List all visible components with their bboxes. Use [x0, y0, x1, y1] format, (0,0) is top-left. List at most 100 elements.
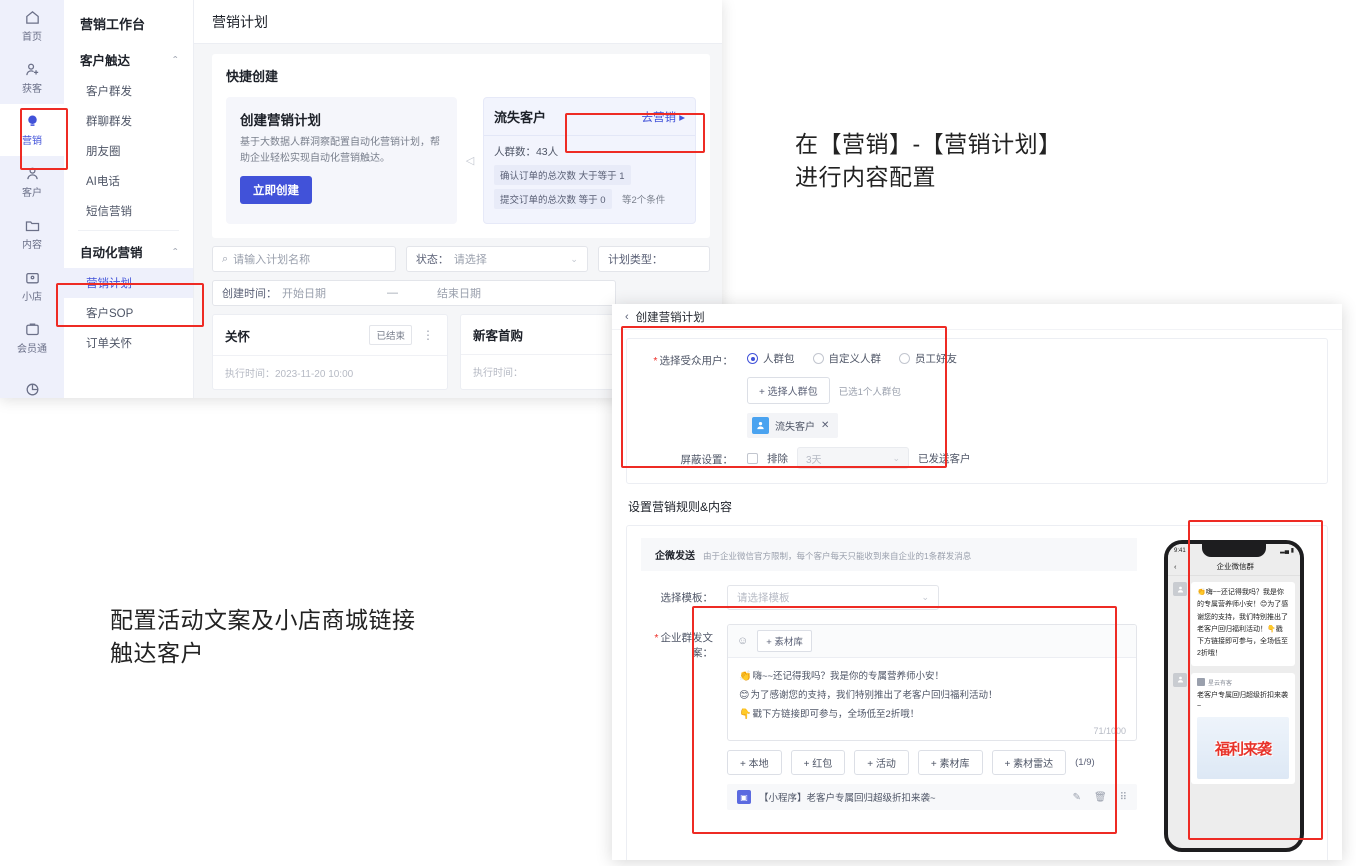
crowd-count: 人群数：43人 [493, 146, 559, 158]
promo-image-text: 福利来袭 [1214, 740, 1272, 758]
radio-crowd-pack[interactable]: 人群包 [747, 351, 795, 366]
phone-chat-title: 企业微信群 [1216, 561, 1255, 571]
exclude-checkbox[interactable] [747, 452, 758, 464]
add-local-button[interactable]: + 本地 [727, 750, 782, 775]
rail-item-membership[interactable]: 会员通 [0, 312, 64, 364]
delete-icon[interactable]: 🗑 [1094, 792, 1107, 803]
template-select[interactable]: 请选择模板 ⌄ [727, 585, 939, 610]
phone-notch [1202, 544, 1266, 557]
rail-item-content[interactable]: 内容 [0, 208, 64, 260]
sidebar-item-sms[interactable]: 短信营销 [64, 196, 193, 226]
miniprogram-source: 星云有客 [1208, 680, 1233, 687]
nav-group-reach[interactable]: 客户触达 ⌃ [64, 43, 193, 76]
date-range-picker[interactable]: 创建时间： 开始日期 — 结束日期 [212, 280, 616, 306]
plan-meta: 执行时间：2023-11-20 10:00 [225, 369, 354, 380]
shop-icon [24, 269, 41, 286]
template-placeholder: 请选择模板 [737, 592, 790, 604]
create-now-button[interactable]: 立即创建 [240, 176, 312, 204]
search-input[interactable]: ⌕ 请输入计划名称 [212, 246, 396, 272]
sidebar-item-group-send[interactable]: 群聊群发 [64, 106, 193, 136]
sidebar-item-ai-call[interactable]: AI电话 [64, 166, 193, 196]
annotation-right: 在【营销】-【营销计划】 进行内容配置 [795, 131, 1062, 190]
avatar [1173, 672, 1187, 687]
back-icon[interactable]: ‹ [625, 311, 629, 323]
rail-item-acquire[interactable]: 获客 [0, 52, 64, 104]
message-line: 👇戳下方链接即可参与，全场低至2折哦！ [739, 709, 920, 721]
crowd-condition: 确认订单的总次数 大于等于 1 [493, 165, 631, 185]
chat-message-card: 星云有客 老客户专属回归超级折扣来袭~ 福利来袭 [1173, 672, 1295, 785]
crowd-card-lost-customers: 流失客户 去营销 ▸ 人群数：43人 确认订单的总次数 大于等于 1 提交订单的… [482, 97, 696, 224]
add-material-radar-button[interactable]: + 素材雷达 [991, 750, 1067, 775]
rules-section: 企微发送 由于企业微信官方限制，每个客户每天只能收到来自企业的1条群发消息 选择… [626, 525, 1328, 860]
card-icon [24, 321, 41, 338]
miniprogram-logo-icon [1197, 678, 1205, 686]
plan-name: 新客首购 [473, 329, 524, 343]
sidebar-nav: 营销工作台 客户触达 ⌃ 客户群发 群聊群发 朋友圈 AI电话 短信营销 自动化… [64, 0, 194, 398]
sidebar-item-customer-sop[interactable]: 客户SOP [64, 298, 193, 328]
edit-icon[interactable]: ✎ [1073, 792, 1081, 803]
create-plan-dialog: ‹ 创建营销计划 * 选择受众用户： 人群包 自定义人群 员工好友 + 选择人群… [612, 304, 1342, 860]
miniprogram-icon: ▣ [737, 790, 751, 804]
nav-group-automation[interactable]: 自动化营销 ⌃ [64, 235, 193, 268]
spacer-label [641, 377, 733, 379]
nav-title: 营销工作台 [80, 17, 146, 32]
radio-staff-friends[interactable]: 员工好友 [899, 351, 957, 366]
plan-name: 关怀 [225, 329, 251, 344]
rail-item-marketing[interactable]: 营销 [0, 104, 64, 156]
user-icon [24, 165, 41, 182]
rail-label: 首页 [22, 32, 42, 43]
radio-dot-icon [899, 353, 910, 364]
add-material-button[interactable]: + 素材库 [917, 750, 983, 775]
rail-item-analytics[interactable] [0, 364, 64, 398]
search-placeholder: 请输入计划名称 [233, 254, 311, 266]
chevron-down-icon: ⌄ [570, 253, 578, 264]
radio-custom-crowd[interactable]: 自定义人群 [812, 351, 881, 366]
editor-body[interactable]: 👏嗨~~还记得我吗？我是你的专属营养师小安！ 😊为了感谢您的支持，我们特别推出了… [728, 658, 1136, 740]
crowd-condition: 提交订单的总次数 等于 0 [493, 189, 612, 209]
audience-label: * 选择受众用户： [653, 355, 733, 367]
crowd-pack-chip[interactable]: 流失客户 ✕ [747, 413, 839, 438]
exclude-days-select[interactable]: 3天 ⌄ [797, 447, 909, 469]
date-start: 开始日期 [282, 288, 326, 300]
miniprogram-card[interactable]: 星云有客 老客户专属回归超级折扣来袭~ 福利来袭 [1191, 672, 1295, 785]
crowd-pack-hint: 已选1个人群包 [838, 386, 901, 398]
avatar [1173, 582, 1187, 596]
sidebar-item-moments[interactable]: 朋友圈 [64, 136, 193, 166]
rail-label: 内容 [22, 240, 42, 251]
phone-mockup: 9:41 ▂▄ ▮ ‹ 企业微信群 👏嗨~~还记得我吗？我是你的专属营养师小安！… [1164, 540, 1304, 852]
message-editor[interactable]: ☺ + 素材库 👏嗨~~还记得我吗？我是你的专属营养师小安！ 😊为了感谢您的支持… [727, 624, 1137, 741]
carousel-prev-icon[interactable]: ◁ [457, 97, 483, 224]
close-icon[interactable]: ✕ [821, 420, 829, 431]
rail-item-shop[interactable]: 小店 [0, 260, 64, 312]
more-actions-icon[interactable]: ⋮ [422, 328, 435, 342]
exclude-label: 排除 [767, 452, 788, 465]
quick-create-title: 快捷创建 [226, 69, 279, 84]
status-badge: 已结束 [369, 325, 412, 345]
pie-chart-icon [24, 381, 41, 398]
select-crowd-pack-button[interactable]: + 选择人群包 [747, 377, 830, 404]
emoji-icon[interactable]: ☺ [737, 635, 748, 647]
sidebar-item-order-care[interactable]: 订单关怀 [64, 328, 193, 358]
radio-dot-icon [812, 353, 824, 364]
rail-item-customer[interactable]: 客户 [0, 156, 64, 208]
sidebar-item-mass-send[interactable]: 客户群发 [64, 76, 193, 106]
quick-create-card: 快捷创建 创建营销计划 基于大数据人群洞察配置自动化营销计划，帮助企业轻松实现自… [212, 54, 710, 238]
rail-item-home[interactable]: 首页 [0, 0, 64, 52]
material-library-button[interactable]: + 素材库 [757, 630, 812, 652]
date-separator: — [387, 287, 398, 299]
preview-panel: 9:41 ▂▄ ▮ ‹ 企业微信群 👏嗨~~还记得我吗？我是你的专属营养师小安！… [1151, 526, 1327, 860]
list-item[interactable]: 关怀 已结束 ⋮ 执行时间：2023-11-20 10:00 [212, 314, 448, 390]
attachment-toolbar: + 本地 + 红包 + 活动 + 素材库 + 素材雷达 (1/9) [727, 750, 1137, 775]
date-end: 结束日期 [437, 288, 481, 300]
plan-type-select[interactable]: 计划类型： [597, 246, 711, 272]
audience-section: * 选择受众用户： 人群包 自定义人群 员工好友 + 选择人群包 已选1个人群包… [626, 338, 1328, 484]
status-value: 请选择 [453, 254, 487, 266]
add-activity-button[interactable]: + 活动 [854, 750, 909, 775]
attachment-item[interactable]: ▣ 【小程序】老客户专属回归超级折扣来袭~ ✎ 🗑 ⠿ [727, 784, 1137, 810]
create-plan-card: 创建营销计划 基于大数据人群洞察配置自动化营销计划，帮助企业轻松实现自动化营销触… [226, 97, 458, 224]
sidebar-item-marketing-plan[interactable]: 营销计划 [64, 268, 193, 298]
drag-handle-icon[interactable]: ⠿ [1120, 792, 1127, 803]
add-redpacket-button[interactable]: + 红包 [790, 750, 846, 775]
status-select[interactable]: 状态： 请选择 ⌄ [405, 246, 588, 272]
go-marketing-button[interactable]: 去营销 ▸ [642, 109, 685, 125]
